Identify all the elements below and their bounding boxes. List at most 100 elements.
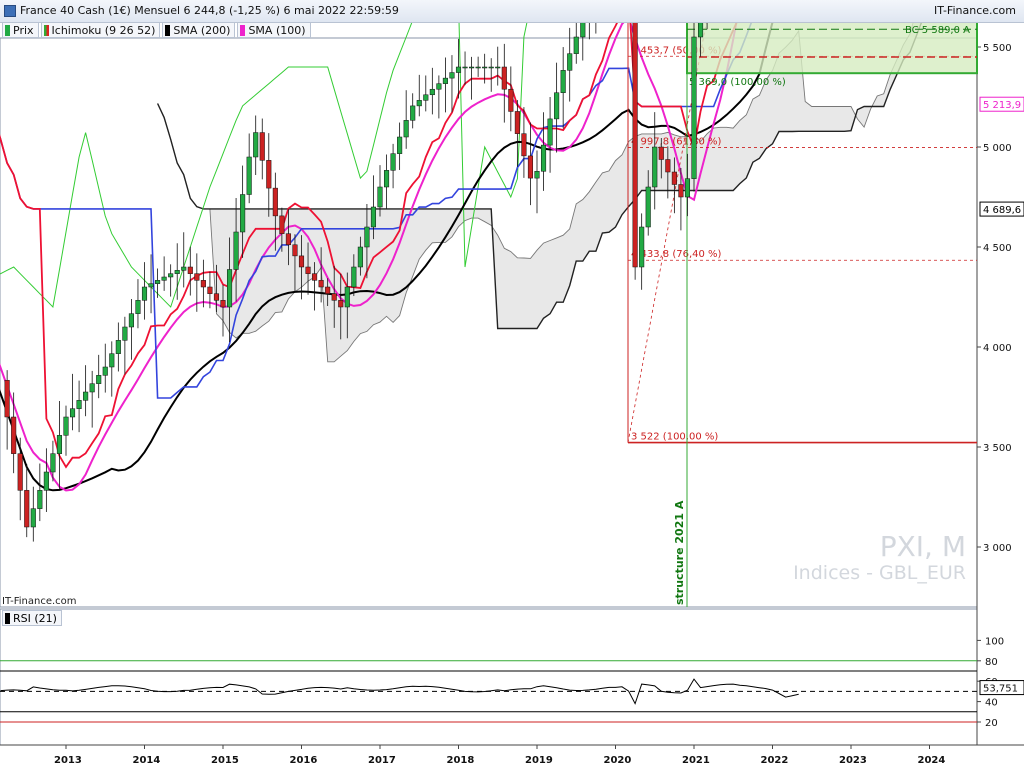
candle-body xyxy=(181,266,187,271)
candle-body xyxy=(639,226,645,268)
green-level-label: 5 369,0 (100,00 %) xyxy=(689,77,786,88)
x-tick-label: 2015 xyxy=(211,755,239,766)
candle-body xyxy=(403,120,409,138)
candle-body xyxy=(455,66,462,73)
chart-window: 3 0003 5004 0004 5005 0005 5006 0006 500… xyxy=(0,0,1024,768)
indicator-legend: Prix Ichimoku (9 26 52) SMA (200) SMA (1… xyxy=(2,22,313,38)
candle-body xyxy=(495,66,501,69)
candle-body xyxy=(534,171,540,179)
fibo-label: 4 433,8 (76,40 %) xyxy=(631,249,722,260)
candle-body xyxy=(63,416,69,436)
legend-swatch xyxy=(165,24,171,36)
x-tick-label: 2016 xyxy=(290,755,318,766)
site-name: IT-Finance.com xyxy=(934,4,1016,17)
legend-label: SMA (200) xyxy=(173,23,231,37)
candle-body xyxy=(678,184,684,198)
candle-body xyxy=(128,313,134,328)
candle-body xyxy=(266,160,272,189)
legend-swatch xyxy=(43,24,49,36)
y-tick-label: 3 500 xyxy=(983,443,1012,454)
candle-body xyxy=(141,286,148,301)
candle-body xyxy=(102,366,108,376)
level-label: BC 5 589,0 A xyxy=(905,25,970,36)
fibo-label: 4 997,8 (61,80 %) xyxy=(631,136,722,147)
candle-body xyxy=(383,170,390,188)
x-tick-label: 2021 xyxy=(682,755,710,766)
candle-body xyxy=(691,36,697,179)
legend-item-sma100[interactable]: SMA (100) xyxy=(237,22,311,38)
candle-body xyxy=(89,383,95,393)
candle-body xyxy=(259,132,265,161)
candle-body xyxy=(24,490,30,528)
x-tick-label: 2022 xyxy=(761,755,789,766)
y-tick-label: 5 000 xyxy=(983,143,1012,154)
candle-body xyxy=(4,380,10,418)
candle-body xyxy=(469,66,475,69)
x-tick-label: 2013 xyxy=(54,755,82,766)
candle-body xyxy=(43,471,49,491)
y-tick-label: 4 500 xyxy=(983,243,1012,254)
candle-body xyxy=(50,453,56,473)
site-label: IT-Finance.com xyxy=(2,596,77,607)
candle-body xyxy=(122,326,128,341)
candle-body xyxy=(37,490,43,509)
candle-body xyxy=(253,132,259,158)
candle-body xyxy=(11,416,17,454)
legend-label: RSI (21) xyxy=(13,611,57,625)
legend-label: SMA (100) xyxy=(248,23,306,37)
x-tick-label: 2014 xyxy=(133,755,161,766)
candle-body xyxy=(76,400,82,409)
candle-body xyxy=(514,111,520,134)
rsi-legend: RSI (21) xyxy=(2,610,64,626)
candle-body xyxy=(155,280,161,284)
candle-body xyxy=(508,88,514,112)
x-tick-label: 2018 xyxy=(447,755,475,766)
candle-body xyxy=(318,280,324,288)
candle-body xyxy=(344,286,350,308)
candle-body xyxy=(429,88,435,96)
price-chart[interactable]: 3 0003 5004 0004 5005 0005 5006 0006 500… xyxy=(0,0,1024,768)
candle-body xyxy=(17,453,23,491)
candle-body xyxy=(200,280,206,288)
candle-body xyxy=(364,226,370,248)
candle-body xyxy=(390,153,396,171)
candle-body xyxy=(279,215,285,234)
candle-body xyxy=(462,66,468,69)
candle-body xyxy=(226,269,233,308)
candle-body xyxy=(272,187,278,217)
candle-body xyxy=(331,293,337,301)
candle-body xyxy=(305,266,311,274)
watermark-market: Indices - GBL_EUR xyxy=(793,562,966,584)
candle-body xyxy=(442,77,448,84)
watermark-symbol: PXI, M xyxy=(879,530,966,563)
candle-body xyxy=(246,156,252,195)
y-tick-label: 3 000 xyxy=(983,543,1012,554)
legend-item-ichimoku[interactable]: Ichimoku (9 26 52) xyxy=(40,22,161,38)
candle-body xyxy=(298,255,305,268)
structure-vertical-label: structure 2021 A xyxy=(673,500,686,605)
candle-body xyxy=(351,266,357,288)
candle-body xyxy=(658,146,664,160)
legend-item-rsi[interactable]: RSI (21) xyxy=(2,610,62,626)
candle-body xyxy=(69,408,76,418)
legend-swatch xyxy=(240,24,246,36)
legend-item-prix[interactable]: Prix xyxy=(2,22,39,38)
candle-body xyxy=(423,94,429,101)
price-tag-label: 5 213,9 xyxy=(983,100,1021,111)
candle-body xyxy=(325,286,331,294)
legend-item-sma200[interactable]: SMA (200) xyxy=(162,22,236,38)
rsi-value-label: 53,751 xyxy=(983,684,1018,695)
candle-body xyxy=(56,435,63,454)
candle-body xyxy=(207,286,213,294)
candle-body xyxy=(632,0,638,268)
candle-body xyxy=(521,133,527,157)
candle-body xyxy=(168,273,174,278)
candle-body xyxy=(96,375,102,384)
candle-body xyxy=(684,178,691,198)
candle-body xyxy=(645,186,651,228)
candle-body xyxy=(187,266,193,274)
y-tick-label: 5 500 xyxy=(983,43,1012,54)
legend-swatch xyxy=(5,612,10,624)
candle-body xyxy=(547,118,553,146)
candle-body xyxy=(292,244,298,257)
